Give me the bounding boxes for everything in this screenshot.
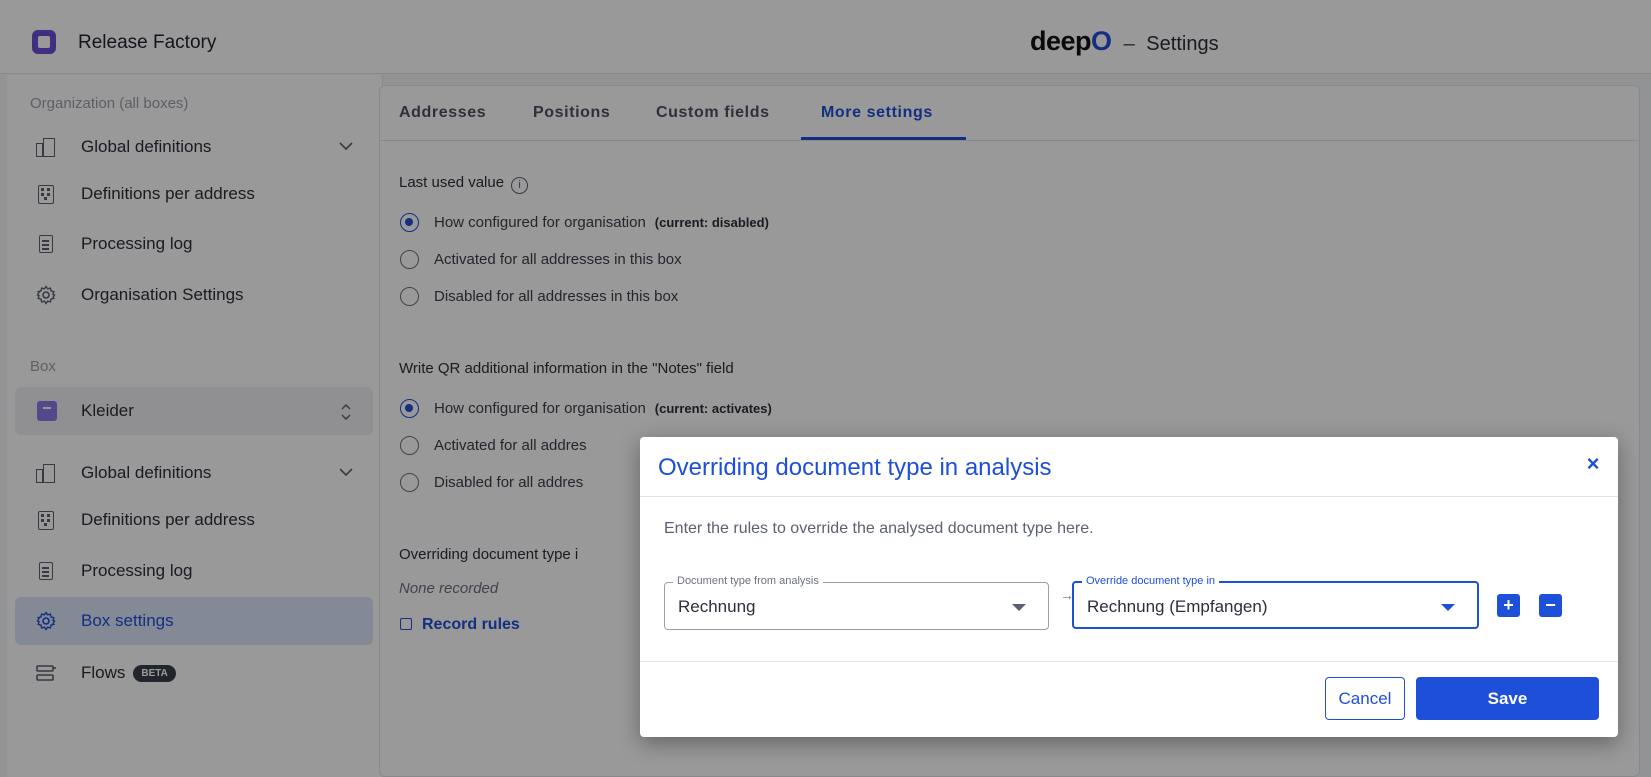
field-value: Rechnung xyxy=(678,597,756,616)
save-button[interactable]: Save xyxy=(1416,677,1599,720)
caret-down-icon xyxy=(1012,604,1026,611)
modal-title: Overriding document type in analysis xyxy=(658,454,1052,481)
override-doc-type-modal: Overriding document type in analysis × E… xyxy=(640,437,1618,737)
modal-header-divider xyxy=(640,496,1618,497)
add-rule-button[interactable]: + xyxy=(1497,594,1520,617)
field-legend: Document type from analysis xyxy=(673,575,823,587)
remove-rule-button[interactable]: − xyxy=(1539,594,1562,617)
document-type-from-analysis-select[interactable]: Document type from analysis Rechnung xyxy=(664,575,1049,630)
modal-description: Enter the rules to override the analysed… xyxy=(664,520,1094,537)
override-document-type-select[interactable]: Override document type in Rechnung (Empf… xyxy=(1072,575,1479,629)
cancel-button[interactable]: Cancel xyxy=(1325,677,1405,720)
app-window: Release Factory deepO – Settings Organiz… xyxy=(0,0,1651,777)
caret-down-icon xyxy=(1441,604,1455,611)
field-legend: Override document type in xyxy=(1082,575,1220,587)
close-icon[interactable]: × xyxy=(1582,453,1604,475)
modal-footer-divider xyxy=(640,661,1618,662)
field-value: Rechnung (Empfangen) xyxy=(1087,597,1268,616)
